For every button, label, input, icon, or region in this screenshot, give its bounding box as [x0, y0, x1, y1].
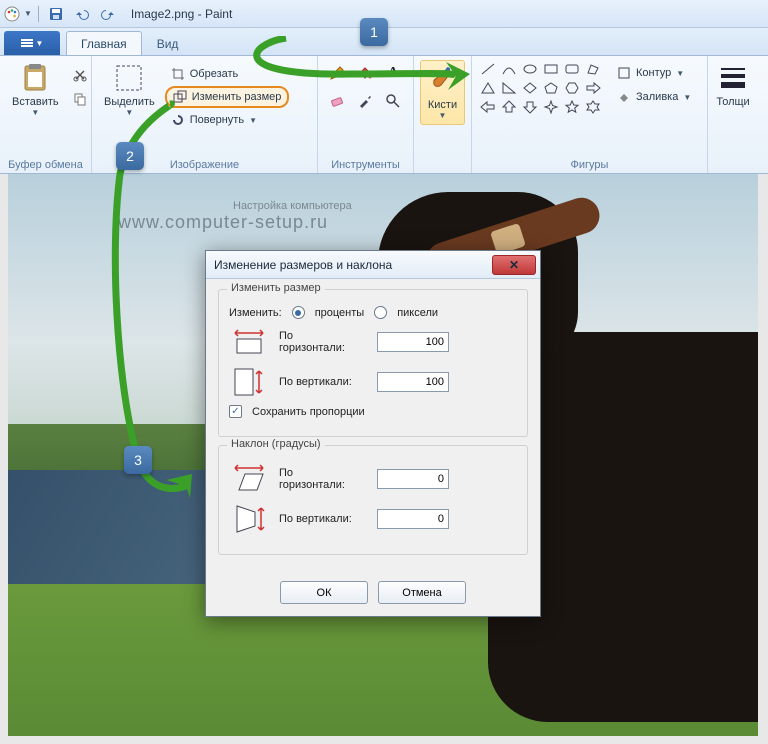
annotation-2: 2 — [116, 142, 144, 170]
ok-button[interactable]: ОК — [280, 581, 368, 604]
watermark-line1: Настройка компьютера — [233, 200, 352, 212]
resize-skew-dialog: Изменение размеров и наклона ✕ Изменить … — [205, 250, 541, 617]
size-label: Толщи — [716, 96, 749, 108]
shape-fill-button[interactable]: Заливка ▼ — [611, 86, 697, 108]
brushes-label: Кисти — [428, 99, 457, 111]
redo-button[interactable] — [97, 3, 119, 25]
vert-resize-icon — [229, 365, 269, 399]
group-shapes-label: Фигуры — [478, 157, 701, 171]
crop-label: Обрезать — [190, 68, 239, 80]
resize-legend: Изменить размер — [227, 282, 325, 294]
cancel-button[interactable]: Отмена — [378, 581, 466, 604]
radio-percent[interactable] — [292, 306, 305, 319]
rotate-button[interactable]: Повернуть ▼ — [165, 109, 290, 131]
shape-line[interactable] — [478, 60, 498, 78]
shape-roundrect[interactable] — [562, 60, 582, 78]
group-tools-label: Инструменты — [324, 157, 407, 171]
skew-horiz-input[interactable] — [377, 469, 449, 489]
resize-label: Изменить размер — [192, 91, 282, 103]
resize-horiz-input[interactable] — [377, 332, 449, 352]
magnifier-tool[interactable] — [380, 88, 406, 114]
pencil-tool[interactable] — [324, 60, 350, 86]
group-brushes: Кисти ▼ — [414, 56, 472, 173]
shape-oval[interactable] — [520, 60, 540, 78]
paste-button[interactable]: Вставить ▼ — [6, 60, 65, 119]
shape-diamond[interactable] — [520, 79, 540, 97]
cut-button[interactable] — [67, 64, 93, 86]
tab-view[interactable]: Вид — [142, 31, 194, 55]
close-button[interactable]: ✕ — [492, 255, 536, 275]
crop-button[interactable]: Обрезать — [165, 63, 290, 85]
paste-label: Вставить — [12, 96, 59, 108]
fill-tool[interactable] — [352, 60, 378, 86]
radio-pixels[interactable] — [374, 306, 387, 319]
group-size: Толщи — [708, 56, 758, 173]
shape-curve[interactable] — [499, 60, 519, 78]
shapes-gallery[interactable] — [478, 60, 603, 116]
brushes-button[interactable]: Кисти ▼ — [420, 60, 465, 125]
shape-star4[interactable] — [541, 98, 561, 116]
skew-vert-label: По вертикали: — [279, 513, 367, 525]
group-clipboard-label: Буфер обмена — [6, 157, 85, 171]
shape-arrow-left[interactable] — [478, 98, 498, 116]
size-button[interactable]: Толщи — [714, 60, 752, 110]
copy-button[interactable] — [67, 88, 93, 110]
text-tool[interactable]: A — [380, 60, 406, 86]
shape-pentagon[interactable] — [541, 79, 561, 97]
color-picker-tool[interactable] — [352, 88, 378, 114]
keep-ratio-checkbox[interactable] — [229, 405, 242, 418]
annotation-3: 3 — [124, 446, 152, 474]
shape-hexagon[interactable] — [562, 79, 582, 97]
rotate-label: Повернуть — [190, 114, 244, 126]
tab-home[interactable]: Главная — [66, 31, 142, 55]
horiz-skew-icon — [229, 462, 269, 496]
shape-rect[interactable] — [541, 60, 561, 78]
select-label: Выделить — [104, 96, 155, 108]
radio-percent-label: проценты — [315, 307, 365, 319]
radio-pixels-label: пиксели — [397, 307, 438, 319]
close-icon: ✕ — [509, 258, 519, 272]
resize-group: Изменить размер Изменить: проценты пиксе… — [218, 289, 528, 437]
save-button[interactable] — [45, 3, 67, 25]
shape-star6[interactable] — [583, 98, 603, 116]
watermark-url: www.computer-setup.ru — [118, 212, 328, 233]
resize-button[interactable]: Изменить размер — [165, 86, 290, 108]
qat-menu-icon[interactable]: ▼ — [24, 9, 32, 18]
shape-rtri[interactable] — [499, 79, 519, 97]
fill-label: Заливка — [636, 91, 678, 103]
qat-sep — [38, 6, 39, 22]
group-tools: A Инструменты — [318, 56, 414, 173]
resize-vert-input[interactable] — [377, 372, 449, 392]
skew-horiz-label: По горизонтали: — [279, 467, 367, 491]
annotation-1: 1 — [360, 18, 388, 46]
shape-star5[interactable] — [562, 98, 582, 116]
select-button[interactable]: Выделить ▼ — [98, 60, 161, 131]
keep-ratio-label: Сохранить пропорции — [252, 406, 365, 418]
outline-label: Контур — [636, 67, 671, 79]
group-clipboard: Вставить ▼ Буфер обмена — [0, 56, 92, 173]
window-title: Image2.png - Paint — [131, 7, 232, 21]
group-shapes: Контур ▼ Заливка ▼ Фигуры — [472, 56, 708, 173]
shape-polygon[interactable] — [583, 60, 603, 78]
resize-vert-label: По вертикали: — [279, 376, 367, 388]
dialog-titlebar[interactable]: Изменение размеров и наклона ✕ — [206, 251, 540, 279]
shape-arrow-right[interactable] — [583, 79, 603, 97]
paint-app-icon — [4, 6, 20, 22]
dialog-title: Изменение размеров и наклона — [214, 258, 392, 272]
resize-by-label: Изменить: — [229, 307, 282, 319]
shape-arrow-down[interactable] — [520, 98, 540, 116]
undo-button[interactable] — [71, 3, 93, 25]
horiz-resize-icon — [229, 325, 269, 359]
eraser-tool[interactable] — [324, 88, 350, 114]
shape-outline-button[interactable]: Контур ▼ — [611, 62, 697, 84]
shape-tri[interactable] — [478, 79, 498, 97]
resize-horiz-label: По горизонтали: — [279, 330, 367, 354]
shape-arrow-up[interactable] — [499, 98, 519, 116]
vert-skew-icon — [229, 502, 269, 536]
skew-vert-input[interactable] — [377, 509, 449, 529]
skew-legend: Наклон (градусы) — [227, 438, 325, 450]
skew-group: Наклон (градусы) По горизонтали: По верт… — [218, 445, 528, 555]
file-menu-button[interactable]: ▼ — [4, 31, 60, 55]
